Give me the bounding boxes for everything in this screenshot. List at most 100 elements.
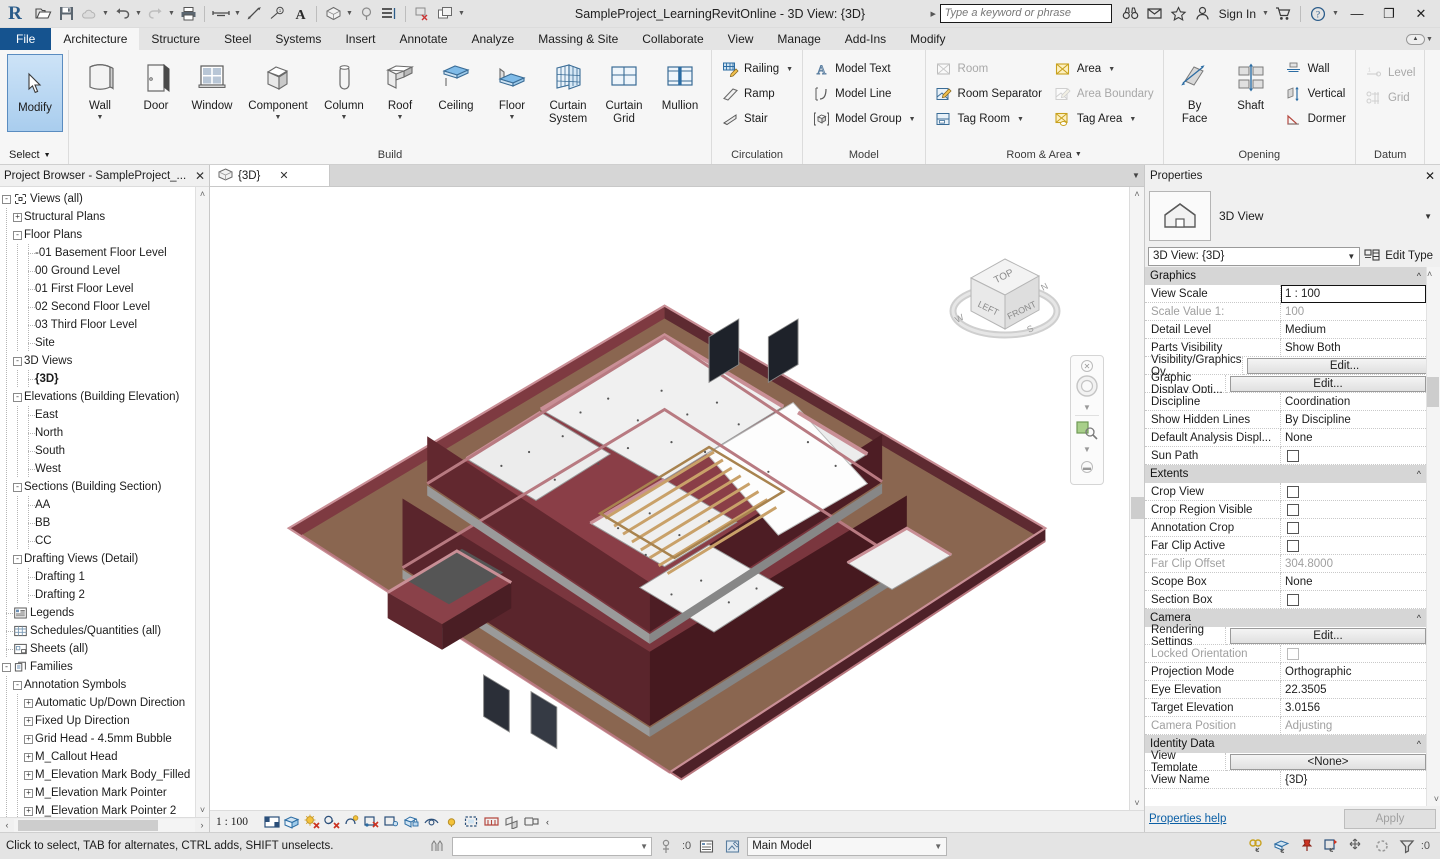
tree-item[interactable]: East bbox=[2, 406, 209, 424]
area-boundary-button[interactable]: Area Boundary bbox=[1050, 82, 1158, 106]
mullion-button[interactable]: Mullion bbox=[652, 54, 708, 113]
ceiling-button[interactable]: Ceiling bbox=[428, 54, 484, 113]
tree-item[interactable]: 01 First Floor Level bbox=[2, 280, 209, 298]
ribbon-collapse-caret[interactable]: ▼ bbox=[1425, 28, 1434, 50]
measure-icon[interactable] bbox=[210, 3, 232, 25]
properties-row[interactable]: View Name{3D} bbox=[1145, 771, 1426, 789]
opening-wall-button[interactable]: Wall bbox=[1281, 57, 1350, 81]
tree-expander-icon[interactable]: + bbox=[24, 735, 33, 744]
collapse-icon[interactable]: ^ bbox=[1417, 613, 1421, 623]
measure-dropdown-caret[interactable]: ▼ bbox=[233, 3, 242, 25]
tree-item[interactable]: AA bbox=[2, 496, 209, 514]
properties-row-value[interactable] bbox=[1281, 645, 1426, 663]
room-area-dialog-launcher-caret[interactable]: ▼ bbox=[1075, 146, 1082, 164]
tree-item[interactable]: -Families bbox=[2, 658, 209, 676]
view-tab-3d[interactable]: {3D} ✕ bbox=[210, 165, 330, 186]
properties-row[interactable]: Section Box bbox=[1145, 591, 1426, 609]
worksharing-icon[interactable] bbox=[1371, 836, 1393, 856]
properties-row[interactable]: Detail LevelMedium bbox=[1145, 321, 1426, 339]
properties-checkbox[interactable] bbox=[1287, 594, 1299, 606]
select-by-face-icon[interactable] bbox=[1321, 836, 1343, 856]
scroll-left-icon[interactable]: ‹ bbox=[0, 820, 14, 830]
hscroll-track[interactable] bbox=[14, 819, 195, 832]
type-selector-combobox[interactable]: 3D View: {3D} ▼ bbox=[1148, 247, 1360, 266]
tab-architecture[interactable]: Architecture bbox=[51, 28, 139, 50]
undo-icon[interactable] bbox=[111, 3, 133, 25]
properties-row[interactable]: Rendering SettingsEdit... bbox=[1145, 627, 1426, 645]
properties-row-value[interactable] bbox=[1281, 501, 1426, 519]
shopping-cart-icon[interactable] bbox=[1272, 3, 1294, 25]
print-icon[interactable] bbox=[177, 3, 199, 25]
wall-dropdown-caret[interactable]: ▼ bbox=[97, 114, 104, 122]
area-button[interactable]: Area ▼ bbox=[1050, 57, 1158, 81]
view-tab-overflow-caret[interactable]: ▼ bbox=[1128, 165, 1144, 186]
properties-scroll-up-icon[interactable]: ˄ bbox=[1427, 267, 1440, 281]
properties-row[interactable]: Crop View bbox=[1145, 483, 1426, 501]
chevron-down-icon[interactable]: ▼ bbox=[1347, 252, 1355, 261]
switch-windows-icon[interactable] bbox=[434, 3, 456, 25]
wall-button[interactable]: Wall ▼ bbox=[72, 54, 128, 122]
scroll-right-icon[interactable]: › bbox=[195, 820, 209, 830]
close-button[interactable]: ✕ bbox=[1406, 1, 1436, 27]
select-underlay-icon[interactable] bbox=[1271, 836, 1293, 856]
tree-item[interactable]: +M_Callout Head bbox=[2, 748, 209, 766]
help-dropdown-caret[interactable]: ▼ bbox=[1331, 3, 1340, 25]
properties-row-value[interactable]: 304.8000 bbox=[1281, 555, 1426, 573]
tree-expander-icon[interactable]: - bbox=[2, 663, 11, 672]
grid-button[interactable]: Grid bbox=[1361, 86, 1420, 110]
main-model-combobox[interactable]: Main Model ▼ bbox=[747, 837, 947, 856]
view-cube[interactable]: W N S TOP LEFT FRONT bbox=[947, 245, 1067, 355]
tree-item[interactable]: +Automatic Up/Down Direction bbox=[2, 694, 209, 712]
tree-item[interactable]: -Drafting Views (Detail) bbox=[2, 550, 209, 568]
tab-insert[interactable]: Insert bbox=[333, 28, 387, 50]
tree-item[interactable]: +M_Elevation Mark Pointer bbox=[2, 784, 209, 802]
exclude-options-icon[interactable] bbox=[656, 836, 678, 856]
tab-structure[interactable]: Structure bbox=[139, 28, 212, 50]
tree-item[interactable]: West bbox=[2, 460, 209, 478]
tab-view[interactable]: View bbox=[716, 28, 766, 50]
tree-expander-icon[interactable]: - bbox=[2, 195, 11, 204]
press-and-drag-icon[interactable] bbox=[426, 836, 448, 856]
properties-row-value[interactable] bbox=[1281, 447, 1426, 465]
tree-expander-icon[interactable]: + bbox=[24, 789, 33, 798]
redo-dropdown-caret[interactable]: ▼ bbox=[167, 3, 176, 25]
properties-row[interactable]: Locked Orientation bbox=[1145, 645, 1426, 663]
communication-center-icon[interactable] bbox=[1144, 3, 1166, 25]
tree-item[interactable]: +Fixed Up Direction bbox=[2, 712, 209, 730]
properties-row[interactable]: Crop Region Visible bbox=[1145, 501, 1426, 519]
ramp-button[interactable]: Ramp bbox=[717, 82, 797, 106]
view-scale-label[interactable]: 1 : 100 bbox=[216, 816, 248, 828]
room-button[interactable]: Room bbox=[931, 57, 1046, 81]
area-dropdown-caret[interactable]: ▼ bbox=[1108, 66, 1115, 73]
door-button[interactable]: Door bbox=[128, 54, 184, 113]
properties-row-value[interactable]: Edit... bbox=[1226, 627, 1426, 645]
search-dropdown-caret[interactable]: ▶ bbox=[929, 3, 938, 25]
tree-item[interactable]: +M_Elevation Mark Pointer 2 bbox=[2, 802, 209, 817]
properties-row[interactable]: Show Hidden LinesBy Discipline bbox=[1145, 411, 1426, 429]
properties-grid[interactable]: Graphics^View Scale1 : 100Scale Value 1:… bbox=[1145, 267, 1440, 806]
properties-row-value[interactable]: Orthographic bbox=[1281, 663, 1426, 681]
close-hidden-windows-icon[interactable] bbox=[411, 3, 433, 25]
collapse-icon[interactable]: ^ bbox=[1417, 739, 1421, 749]
detail-level-icon[interactable] bbox=[262, 813, 282, 831]
lock-3d-view-icon[interactable] bbox=[402, 813, 422, 831]
properties-row[interactable]: DisciplineCoordination bbox=[1145, 393, 1426, 411]
properties-group-header[interactable]: Extents^ bbox=[1145, 465, 1426, 483]
component-button[interactable]: Component ▼ bbox=[240, 54, 316, 122]
tree-item[interactable]: -Sections (Building Section) bbox=[2, 478, 209, 496]
tab-massing-site[interactable]: Massing & Site bbox=[526, 28, 630, 50]
column-button[interactable]: Column ▼ bbox=[316, 54, 372, 122]
minimize-button[interactable]: — bbox=[1342, 1, 1372, 27]
properties-row-value[interactable]: <None> bbox=[1226, 753, 1426, 771]
redo-icon[interactable] bbox=[144, 3, 166, 25]
tree-item[interactable]: 00 Ground Level bbox=[2, 262, 209, 280]
tree-item[interactable]: -Views (all) bbox=[2, 190, 209, 208]
tree-expander-icon[interactable]: - bbox=[13, 483, 22, 492]
ribbon-collapse-icon[interactable]: ▲ bbox=[1406, 34, 1425, 45]
tab-file[interactable]: File bbox=[0, 28, 51, 50]
navigation-bar[interactable]: ✕ ▼ ▼ ▬ bbox=[1070, 355, 1104, 485]
properties-row[interactable]: Scope BoxNone bbox=[1145, 573, 1426, 591]
tree-expander-icon[interactable]: + bbox=[24, 771, 33, 780]
search-input[interactable]: Type a keyword or phrase bbox=[940, 4, 1112, 23]
view-control-overflow-caret[interactable]: ‹ bbox=[546, 817, 549, 827]
